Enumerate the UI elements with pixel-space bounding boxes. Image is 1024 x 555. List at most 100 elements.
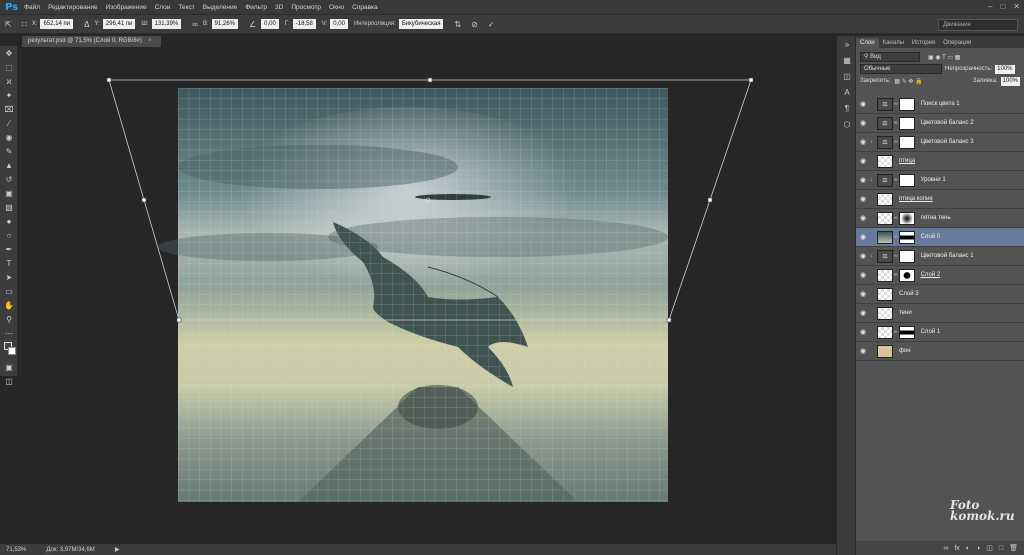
layer-row[interactable]: ◉ фон: [856, 342, 1024, 361]
character-panel-icon[interactable]: A: [837, 84, 857, 100]
move-tool-icon[interactable]: ✥: [0, 46, 18, 60]
layer-thumbnail[interactable]: ⚖: [877, 249, 893, 263]
adjustments-panel-icon[interactable]: ◫: [837, 68, 857, 84]
status-arrow-icon[interactable]: ▶: [115, 546, 120, 553]
reference-point-icon[interactable]: ∷: [22, 20, 27, 29]
path-select-tool-icon[interactable]: ➤: [0, 270, 18, 284]
canvas-area[interactable]: [18, 47, 836, 544]
mask-link-icon[interactable]: ∞: [894, 234, 898, 240]
layer-row[interactable]: ◉ ⚖ ∞ Цветовой баланс 2: [856, 114, 1024, 133]
blend-mode-select[interactable]: Обычные: [860, 64, 942, 74]
cancel-transform-icon[interactable]: ⊘: [471, 20, 478, 29]
layer-mask-thumbnail[interactable]: [898, 325, 915, 339]
layer-mask-thumbnail[interactable]: [898, 116, 915, 130]
layer-mask-thumbnail[interactable]: [898, 173, 915, 187]
transform-tool-icon[interactable]: ⇱: [5, 20, 12, 29]
layer-name[interactable]: фон: [899, 348, 911, 354]
stamp-tool-icon[interactable]: ▲: [0, 158, 18, 172]
layer-thumbnail[interactable]: ⚖: [877, 173, 893, 187]
link-icon[interactable]: ∞: [192, 20, 198, 29]
type-tool-icon[interactable]: T: [0, 256, 18, 270]
minimize-icon[interactable]: –: [988, 2, 992, 11]
layer-row[interactable]: ◉ птица копия: [856, 190, 1024, 209]
layer-name[interactable]: Цветовой баланс 3: [921, 139, 974, 145]
visibility-eye-icon[interactable]: ◉: [856, 271, 870, 279]
more-tools-icon[interactable]: ⋯: [0, 326, 18, 340]
add-mask-icon[interactable]: ◐: [966, 545, 970, 552]
mask-link-icon[interactable]: ∞: [894, 120, 898, 126]
visibility-eye-icon[interactable]: ◉: [856, 328, 870, 336]
layer-thumbnail[interactable]: [877, 344, 893, 358]
history-panel-icon[interactable]: ▦: [837, 52, 857, 68]
layer-row[interactable]: ◉ ∞ Слой 2: [856, 266, 1024, 285]
pen-tool-icon[interactable]: ✒: [0, 242, 18, 256]
mask-link-icon[interactable]: ∞: [894, 177, 898, 183]
maximize-icon[interactable]: □: [1000, 2, 1005, 11]
layer-thumbnail[interactable]: [877, 287, 893, 301]
visibility-eye-icon[interactable]: ◉: [856, 309, 870, 317]
interpolation-select[interactable]: Бикубическая: [398, 19, 444, 29]
transform-handle[interactable]: [427, 77, 433, 83]
menu-edit[interactable]: Редактирование: [48, 4, 98, 11]
layer-name[interactable]: птица: [899, 158, 915, 164]
layer-filter-select[interactable]: ⚲ Вид: [860, 52, 920, 62]
transform-handle[interactable]: [106, 77, 112, 83]
layer-row[interactable]: ◉ ↓ ⚖ ∞ Цветовой баланс 1: [856, 247, 1024, 266]
lock-icons[interactable]: ▦ ✎ ✥ 🔒: [894, 78, 922, 85]
layer-thumbnail[interactable]: [877, 230, 893, 244]
new-adjustment-icon[interactable]: ◑: [976, 545, 980, 552]
mask-link-icon[interactable]: ∞: [894, 253, 898, 259]
menu-file[interactable]: Файл: [24, 4, 40, 11]
x-field[interactable]: 652,14 пи: [40, 19, 74, 29]
layer-row[interactable]: ◉ птица: [856, 152, 1024, 171]
menu-image[interactable]: Изображение: [106, 4, 147, 11]
collapse-panels-icon[interactable]: »: [837, 36, 857, 52]
layer-thumbnail[interactable]: ⚖: [877, 116, 893, 130]
tab-channels[interactable]: Каналы: [879, 38, 908, 48]
layer-name[interactable]: Слой 0: [921, 234, 941, 240]
menu-window[interactable]: Окно: [329, 4, 344, 11]
visibility-eye-icon[interactable]: ◉: [856, 176, 870, 184]
visibility-eye-icon[interactable]: ◉: [856, 252, 870, 260]
eraser-tool-icon[interactable]: ▣: [0, 186, 18, 200]
layer-row[interactable]: ◉ Слой 3: [856, 285, 1024, 304]
mask-link-icon[interactable]: ∞: [894, 329, 898, 335]
3d-panel-icon[interactable]: ⬡: [837, 116, 857, 132]
visibility-eye-icon[interactable]: ◉: [856, 195, 870, 203]
h-field[interactable]: 91,26%: [211, 19, 238, 29]
mask-link-icon[interactable]: ∞: [894, 215, 898, 221]
fill-field[interactable]: 100%: [1000, 76, 1020, 86]
layer-mask-thumbnail[interactable]: [898, 135, 915, 149]
layer-name[interactable]: Слой 1: [921, 329, 941, 335]
layer-thumbnail[interactable]: ⚖: [877, 97, 893, 111]
layer-thumbnail[interactable]: [877, 268, 893, 282]
zoom-level[interactable]: 71,53%: [6, 547, 26, 553]
layer-style-icon[interactable]: fx: [954, 545, 959, 552]
new-group-icon[interactable]: ◫: [986, 544, 993, 552]
layer-row[interactable]: ◉ тени: [856, 304, 1024, 323]
transform-handle[interactable]: [666, 317, 672, 323]
layer-name[interactable]: Цветовой баланс 2: [921, 120, 974, 126]
layer-thumbnail[interactable]: [877, 325, 893, 339]
screen-mode-icon[interactable]: ◫: [0, 374, 18, 388]
layer-name[interactable]: Цветовой баланс 1: [921, 253, 974, 259]
w-field[interactable]: 131,39%: [151, 19, 182, 29]
layer-thumbnail[interactable]: ⚖: [877, 135, 893, 149]
layer-row[interactable]: ◉ ∞ Слой 0: [856, 228, 1024, 247]
menu-text[interactable]: Текст: [178, 4, 194, 11]
transform-handle[interactable]: [141, 197, 147, 203]
gradient-tool-icon[interactable]: ▧: [0, 200, 18, 214]
layer-name[interactable]: Поиск цвета 1: [921, 101, 960, 107]
color-swatches[interactable]: [0, 340, 18, 360]
visibility-eye-icon[interactable]: ◉: [856, 233, 870, 241]
layer-name[interactable]: птица копия: [899, 196, 933, 202]
blur-tool-icon[interactable]: ●: [0, 214, 18, 228]
delete-layer-icon[interactable]: 🗑: [1009, 544, 1018, 552]
brush-tool-icon[interactable]: ✎: [0, 144, 18, 158]
quick-mask-icon[interactable]: ▣: [0, 360, 18, 374]
transform-handle[interactable]: [707, 197, 713, 203]
menu-filter[interactable]: Фильтр: [245, 4, 267, 11]
layer-thumbnail[interactable]: [877, 154, 893, 168]
marquee-tool-icon[interactable]: ⬚: [0, 60, 18, 74]
layer-mask-thumbnail[interactable]: [898, 268, 915, 282]
